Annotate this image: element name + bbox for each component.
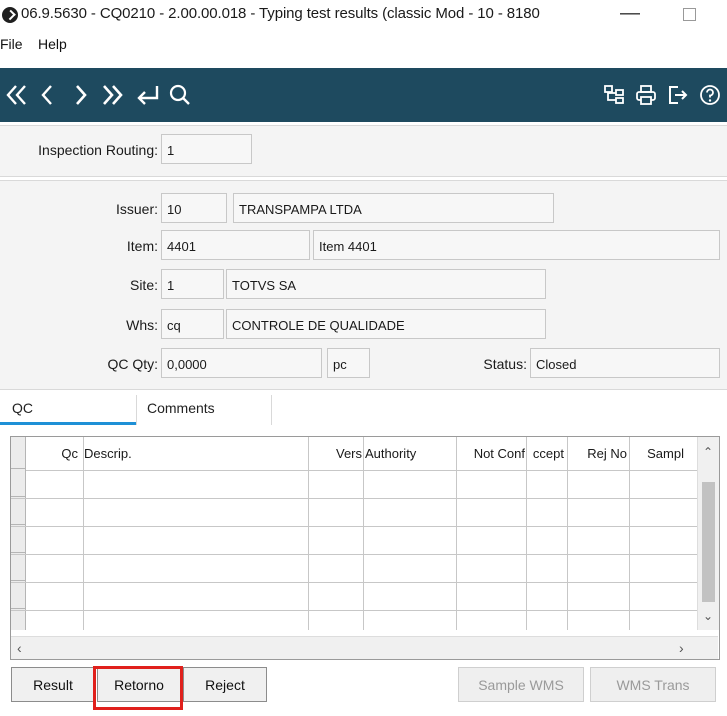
tab-separator (271, 395, 272, 425)
column-header-authority[interactable]: Authority (365, 437, 455, 470)
inspection-routing-field[interactable]: 1 (161, 134, 252, 164)
column-divider (363, 437, 364, 630)
title-bar: 06.9.5630 - CQ0210 - 2.00.00.018 - Typin… (0, 0, 727, 30)
reject-button[interactable]: Reject (183, 667, 267, 702)
menu-help[interactable]: Help (38, 36, 67, 52)
tree-view-icon (604, 85, 624, 104)
search-button[interactable] (166, 68, 194, 122)
next-record-button[interactable] (70, 68, 92, 122)
tree-view-button[interactable] (600, 68, 628, 122)
qc-qty-field: 0,0000 (161, 348, 322, 378)
window-title: 06.9.5630 - CQ0210 - 2.00.00.018 - Typin… (21, 5, 540, 22)
column-header-reject-no[interactable]: Rej No (569, 437, 627, 470)
app-icon (2, 7, 18, 23)
exit-button[interactable] (664, 68, 692, 122)
inspection-routing-label: Inspection Routing: (38, 142, 158, 158)
next-record-icon (76, 85, 87, 105)
previous-record-icon (41, 85, 52, 105)
column-divider (456, 437, 457, 630)
table-row[interactable] (11, 498, 697, 527)
minimize-button[interactable]: — (620, 2, 640, 25)
qc-qty-label: QC Qty: (107, 356, 158, 372)
column-divider (567, 437, 568, 630)
column-divider (308, 437, 309, 630)
vertical-scrollbar[interactable]: ⌃ ⌄ (697, 437, 719, 630)
first-record-button[interactable] (2, 68, 32, 122)
site-name-field: TOTVS SA (226, 269, 546, 299)
table-row[interactable] (11, 610, 697, 639)
column-header-accept[interactable]: ccept (526, 437, 564, 470)
vertical-scroll-thumb[interactable] (702, 482, 715, 602)
help-button[interactable] (696, 68, 724, 122)
print-button[interactable] (632, 68, 660, 122)
column-header-description[interactable]: Descrip. (84, 437, 304, 470)
table-row[interactable] (11, 470, 697, 499)
wms-trans-button[interactable]: WMS Trans (590, 667, 716, 702)
tab-qc[interactable]: QC (0, 395, 136, 425)
whs-code-field[interactable]: cq (161, 309, 224, 339)
retorno-button[interactable]: Retorno (97, 667, 181, 702)
exit-icon (669, 86, 688, 104)
issuer-name-field: TRANSPAMPA LTDA (233, 193, 554, 223)
issuer-code-field[interactable]: 10 (161, 193, 227, 223)
status-field: Closed (530, 348, 720, 378)
scroll-up-icon[interactable]: ⌃ (703, 445, 713, 459)
table-row[interactable] (11, 554, 697, 583)
first-record-icon (6, 85, 26, 105)
status-label: Status: (483, 356, 527, 372)
horizontal-scrollbar[interactable]: ‹ › (11, 636, 718, 659)
column-divider (526, 437, 527, 630)
search-icon (169, 84, 190, 105)
tab-bar: QC Comments (0, 395, 727, 427)
qc-grid[interactable]: Qc Descrip. Vers Authority Not Conf ccep… (10, 436, 720, 660)
column-divider (629, 437, 630, 630)
last-record-icon (103, 85, 123, 105)
toolbar (0, 68, 727, 122)
result-button[interactable]: Result (11, 667, 95, 702)
sample-wms-button[interactable]: Sample WMS (458, 667, 584, 702)
unit-field: pc (327, 348, 370, 378)
site-label: Site: (129, 277, 158, 293)
site-code-field[interactable]: 1 (161, 269, 224, 299)
last-record-button[interactable] (98, 68, 128, 122)
menu-file[interactable]: File (0, 36, 23, 52)
item-code-field[interactable]: 4401 (161, 230, 310, 260)
maximize-button[interactable] (683, 8, 696, 21)
goto-return-icon (137, 86, 159, 105)
item-label: Item: (126, 238, 158, 254)
goto-button[interactable] (134, 68, 162, 122)
scroll-left-icon[interactable]: ‹ (17, 640, 22, 656)
column-header-sample[interactable]: Sampl (631, 437, 684, 470)
column-header-not-conforming[interactable]: Not Conf (457, 437, 525, 470)
column-divider (83, 437, 84, 630)
grid-header: Qc Descrip. Vers Authority Not Conf ccep… (11, 437, 719, 471)
previous-record-button[interactable] (36, 68, 58, 122)
column-header-qc[interactable]: Qc (25, 437, 80, 470)
table-row[interactable] (11, 526, 697, 555)
item-description-field: Item 4401 (313, 230, 720, 260)
print-icon (636, 85, 656, 105)
whs-name-field: CONTROLE DE QUALIDADE (226, 309, 546, 339)
scroll-down-icon[interactable]: ⌄ (703, 609, 713, 623)
details-section: Issuer: 10 TRANSPAMPA LTDA Item: 4401 It… (0, 180, 727, 390)
issuer-label: Issuer: (115, 201, 158, 217)
table-row[interactable] (11, 582, 697, 611)
whs-label: Whs: (126, 317, 158, 333)
tab-comments[interactable]: Comments (137, 395, 271, 425)
help-icon (700, 85, 720, 105)
column-header-version[interactable]: Vers (310, 437, 362, 470)
routing-section: Inspection Routing: 1 (0, 125, 727, 177)
scroll-right-icon[interactable]: › (679, 640, 684, 656)
row-selector[interactable] (11, 437, 25, 469)
